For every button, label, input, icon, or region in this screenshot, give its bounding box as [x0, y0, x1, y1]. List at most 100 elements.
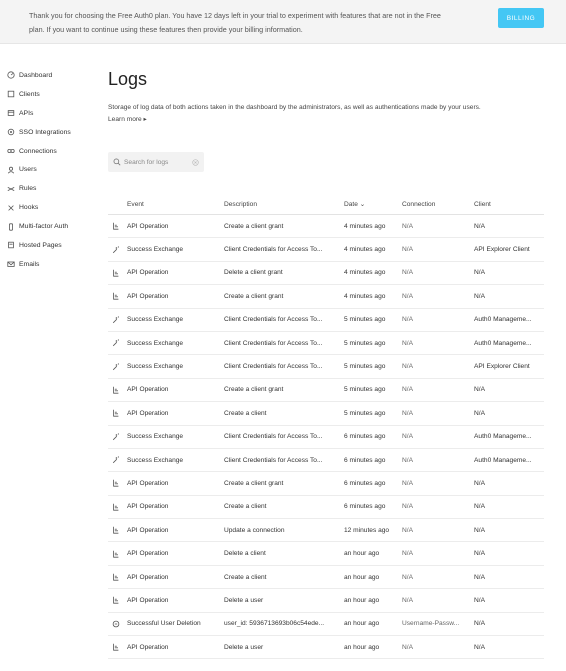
table-row[interactable]: Success Exchange Client Credentials for A… — [108, 426, 544, 449]
event-label: API Operation — [127, 596, 169, 604]
cell-connection: N/A — [402, 573, 413, 581]
cell-description: Client Credentials for Access To... — [224, 363, 323, 371]
cell-event: API Operation — [108, 479, 224, 488]
header-event[interactable]: Event — [108, 201, 224, 208]
event-label: Success Exchange — [127, 433, 184, 441]
event-label: Successful User Deletion — [127, 620, 201, 628]
rules-icon — [6, 184, 15, 193]
event-label: API Operation — [127, 550, 169, 558]
table-row[interactable]: API Operation Delete a client grant 4 minu… — [108, 262, 544, 286]
cell-description: Delete a client grant — [224, 269, 283, 277]
search-box[interactable] — [108, 152, 204, 172]
sidebar-item-label: SSO Integrations — [19, 128, 71, 136]
cell-description: Delete a user — [224, 596, 264, 604]
cell-connection: N/A — [402, 643, 413, 651]
cell-connection: N/A — [402, 409, 413, 417]
cell-date: 5 minutes ago — [344, 409, 386, 417]
table-row[interactable]: API Operation Delete a user an hour ago N/A… — [108, 589, 544, 613]
cell-client: N/A — [474, 292, 485, 300]
cell-description: Client Credentials for Access To... — [224, 456, 323, 464]
cell-connection: N/A — [402, 246, 413, 254]
sidebar-item-users[interactable]: Users — [0, 160, 90, 179]
table-row[interactable]: API Operation Create a client 5 minutes ag… — [108, 402, 544, 426]
event-label: Success Exchange — [127, 456, 184, 464]
exchange-icon — [111, 339, 120, 348]
api-operation-icon — [111, 549, 120, 558]
table-row[interactable]: API Operation Create a client grant 4 minu… — [108, 215, 544, 239]
event-label: API Operation — [127, 409, 169, 417]
cell-date: 6 minutes ago — [344, 433, 386, 441]
cell-client: N/A — [474, 620, 485, 628]
cell-event: Success Exchange — [108, 456, 224, 465]
table-row[interactable]: API Operation Create a client 6 minutes ag… — [108, 496, 544, 520]
cell-description: Create a client grant — [224, 292, 284, 300]
learn-more-link[interactable]: Learn more ▸ — [108, 116, 147, 123]
cell-description: Create a client — [224, 503, 267, 511]
sidebar-item-clients[interactable]: Clients — [0, 85, 90, 104]
api-operation-icon — [111, 479, 120, 488]
cell-date: 5 minutes ago — [344, 363, 386, 371]
cell-description: Client Credentials for Access To... — [224, 433, 323, 441]
cell-client: N/A — [474, 409, 485, 417]
header-date[interactable]: Date ⌄ — [344, 200, 402, 208]
table-row[interactable]: Successful User Deletion user_id: 5936713… — [108, 613, 544, 637]
exchange-icon — [111, 362, 120, 371]
cell-event: API Operation — [108, 268, 224, 277]
sidebar-item-emails[interactable]: Emails — [0, 255, 90, 274]
cell-description: Create a client grant — [224, 386, 284, 394]
sidebar-item-hooks[interactable]: Hooks — [0, 198, 90, 217]
sidebar-item-connections[interactable]: Connections — [0, 142, 90, 161]
cell-date: an hour ago — [344, 550, 380, 558]
cell-client: N/A — [474, 526, 485, 534]
cell-date: an hour ago — [344, 643, 380, 651]
table-row[interactable]: Success Exchange Client Credentials for A… — [108, 449, 544, 473]
cell-date: an hour ago — [344, 596, 380, 604]
cell-description: Create a client grant — [224, 222, 284, 230]
table-row[interactable]: API Operation Create a client grant 4 minu… — [108, 285, 544, 309]
description-text: Storage of log data of both actions take… — [108, 104, 481, 111]
cell-date: 6 minutes ago — [344, 479, 386, 487]
table-row[interactable]: API Operation Create a client grant 6 minu… — [108, 472, 544, 496]
table-row[interactable]: Success Exchange Client Credentials for A… — [108, 355, 544, 379]
sidebar-item-sso-integrations[interactable]: SSO Integrations — [0, 123, 90, 142]
cell-connection: Username-Passw... — [402, 620, 460, 628]
clear-search-icon[interactable] — [192, 158, 199, 166]
cell-date: an hour ago — [344, 620, 380, 628]
table-row[interactable]: API Operation Create a client grant 5 minu… — [108, 379, 544, 403]
cell-connection: N/A — [402, 503, 413, 511]
table-row[interactable]: Success Exchange Client Credentials for A… — [108, 309, 544, 332]
table-row[interactable]: API Operation Update a connection 12 minut… — [108, 519, 544, 543]
table-row[interactable]: API Operation Delete a client an hour ago N… — [108, 542, 544, 566]
table-row[interactable]: API Operation Delete a user an hour ago N/A… — [108, 636, 544, 660]
api-operation-icon — [111, 596, 120, 605]
sidebar-item-multi-factor-auth[interactable]: Multi-factor Auth — [0, 217, 90, 236]
table-row[interactable]: Success Exchange Client Credentials for A… — [108, 332, 544, 356]
event-label: API Operation — [127, 526, 169, 534]
cell-connection: N/A — [402, 363, 413, 371]
table-row[interactable]: Success Exchange Client Credentials for A… — [108, 238, 544, 262]
sidebar-item-dashboard[interactable]: Dashboard — [0, 66, 90, 85]
sidebar-item-label: Hosted Pages — [19, 241, 62, 249]
header-connection[interactable]: Connection — [402, 201, 474, 208]
cell-client: Auth0 Manageme... — [474, 433, 532, 441]
search-input[interactable] — [124, 158, 184, 166]
cell-date: 4 minutes ago — [344, 269, 386, 277]
table-row[interactable]: API Operation Create a client an hour ago N… — [108, 566, 544, 590]
cell-description: Create a client — [224, 409, 267, 417]
mfa-icon — [6, 222, 15, 231]
table-header: Event Description Date ⌄ Connection Clie… — [108, 194, 544, 215]
sso-icon — [6, 128, 15, 137]
billing-button[interactable]: BILLING — [498, 8, 544, 28]
api-operation-icon — [111, 385, 120, 394]
cell-client: N/A — [474, 386, 485, 394]
sidebar-item-label: Clients — [19, 90, 40, 98]
header-description[interactable]: Description — [224, 201, 344, 208]
sidebar-item-rules[interactable]: Rules — [0, 179, 90, 198]
sidebar-item-hosted-pages[interactable]: Hosted Pages — [0, 236, 90, 255]
sidebar-item-apis[interactable]: APIs — [0, 104, 90, 123]
cell-date: 6 minutes ago — [344, 503, 386, 511]
header-client[interactable]: Client — [474, 201, 544, 208]
api-operation-icon — [111, 409, 120, 418]
sidebar-item-label: Hooks — [19, 204, 39, 212]
event-label: API Operation — [127, 643, 169, 651]
